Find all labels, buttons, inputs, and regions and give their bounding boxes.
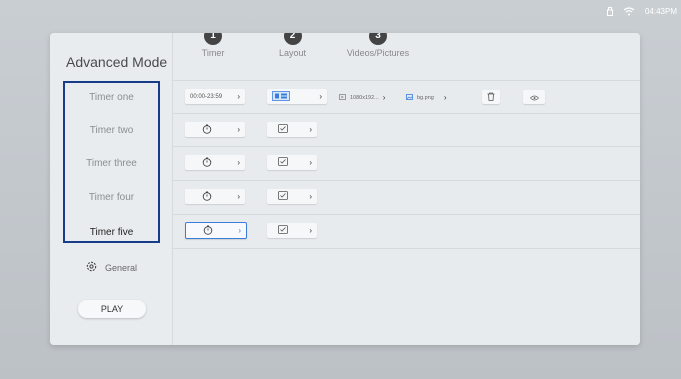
picture-file-name: bg.png	[417, 94, 434, 101]
image-icon	[406, 93, 413, 102]
delete-button[interactable]	[482, 90, 500, 104]
sidebar-item-timer-three[interactable]: Timer three	[63, 158, 160, 169]
column-label-timer: Timer	[201, 48, 225, 58]
column-label-videos-pictures: Videos/Pictures	[346, 48, 410, 58]
gear-icon	[86, 261, 97, 274]
trash-icon	[487, 88, 495, 106]
layout-preview-icon	[272, 90, 290, 103]
row-divider	[173, 80, 640, 81]
preview-button[interactable]	[523, 90, 545, 104]
sidebar-item-timer-five[interactable]: Timer five	[63, 227, 160, 238]
row-divider	[173, 180, 640, 181]
layout-icon	[278, 157, 288, 168]
advanced-mode-panel: Advanced Mode Timer one Timer two Timer …	[50, 33, 640, 345]
stopwatch-icon	[202, 124, 212, 136]
sidebar-item-timer-two[interactable]: Timer two	[63, 125, 160, 136]
layout-icon	[278, 191, 288, 202]
timer-config-grid: 1 Timer 2 Layout 3 Videos/Pictures 00:00…	[172, 33, 640, 345]
timer-button-row-3[interactable]: ›	[185, 155, 245, 170]
row-divider	[173, 214, 640, 215]
sidebar-item-timer-four[interactable]: Timer four	[63, 192, 160, 203]
stopwatch-icon	[202, 157, 212, 169]
stopwatch-icon	[202, 191, 212, 203]
general-label: General	[105, 262, 138, 273]
chevron-right-icon: ›	[237, 192, 240, 201]
column-label-layout: Layout	[278, 48, 307, 58]
stopwatch-icon	[203, 225, 213, 237]
step-badge-2: 2	[283, 33, 302, 45]
timer-range-value: 00:00-23:59	[190, 93, 223, 100]
chevron-right-icon: ›	[309, 226, 312, 235]
layout-button-row-4[interactable]: ›	[267, 189, 317, 204]
timer-button-row-5[interactable]: ›	[185, 222, 247, 239]
chevron-right-icon: ›	[443, 93, 447, 102]
usb-icon	[606, 6, 613, 16]
chevron-right-icon: ›	[238, 226, 241, 235]
chevron-right-icon: ›	[237, 92, 240, 101]
page-title: Advanced Mode	[66, 54, 168, 70]
eye-icon	[529, 88, 539, 106]
step-badge-1: 1	[204, 33, 222, 45]
column-header-layout: 2 Layout	[270, 33, 315, 58]
row-divider	[173, 113, 640, 114]
row-divider	[173, 248, 640, 249]
row-divider	[173, 146, 640, 147]
layout-icon	[278, 225, 288, 236]
chevron-right-icon: ›	[237, 125, 240, 134]
chevron-right-icon: ›	[319, 92, 322, 101]
layout-button-row-3[interactable]: ›	[267, 155, 317, 170]
chevron-right-icon: ›	[309, 158, 312, 167]
general-settings-item[interactable]: General	[86, 261, 137, 274]
chevron-right-icon: ›	[382, 93, 386, 102]
timer-range-button[interactable]: 00:00-23:59 ›	[185, 89, 245, 104]
timer-button-row-2[interactable]: ›	[185, 122, 245, 137]
step-badge-3: 3	[369, 33, 387, 45]
play-button[interactable]: PLAY	[78, 300, 146, 318]
chevron-right-icon: ›	[309, 125, 312, 134]
sidebar: Advanced Mode Timer one Timer two Timer …	[50, 33, 172, 345]
video-file-name: 1080x192...	[350, 94, 379, 101]
column-header-timer: 1 Timer	[193, 33, 233, 58]
chevron-right-icon: ›	[309, 192, 312, 201]
status-bar: 04:43PM	[606, 0, 677, 22]
layout-button-row-1[interactable]: ›	[267, 89, 327, 104]
timer-button-row-4[interactable]: ›	[185, 189, 245, 204]
clock-time: 04:43PM	[644, 6, 677, 16]
video-icon	[339, 93, 346, 102]
video-file-selector[interactable]: 1080x192... ›	[339, 93, 385, 102]
layout-button-row-5[interactable]: ›	[267, 223, 317, 238]
chevron-right-icon: ›	[237, 158, 240, 167]
wifi-icon	[623, 6, 635, 16]
column-header-videos-pictures: 3 Videos/Pictures	[338, 33, 418, 58]
layout-icon	[278, 124, 288, 135]
sidebar-item-timer-one[interactable]: Timer one	[63, 92, 160, 103]
layout-button-row-2[interactable]: ›	[267, 122, 317, 137]
picture-file-selector[interactable]: bg.png ›	[406, 93, 447, 102]
